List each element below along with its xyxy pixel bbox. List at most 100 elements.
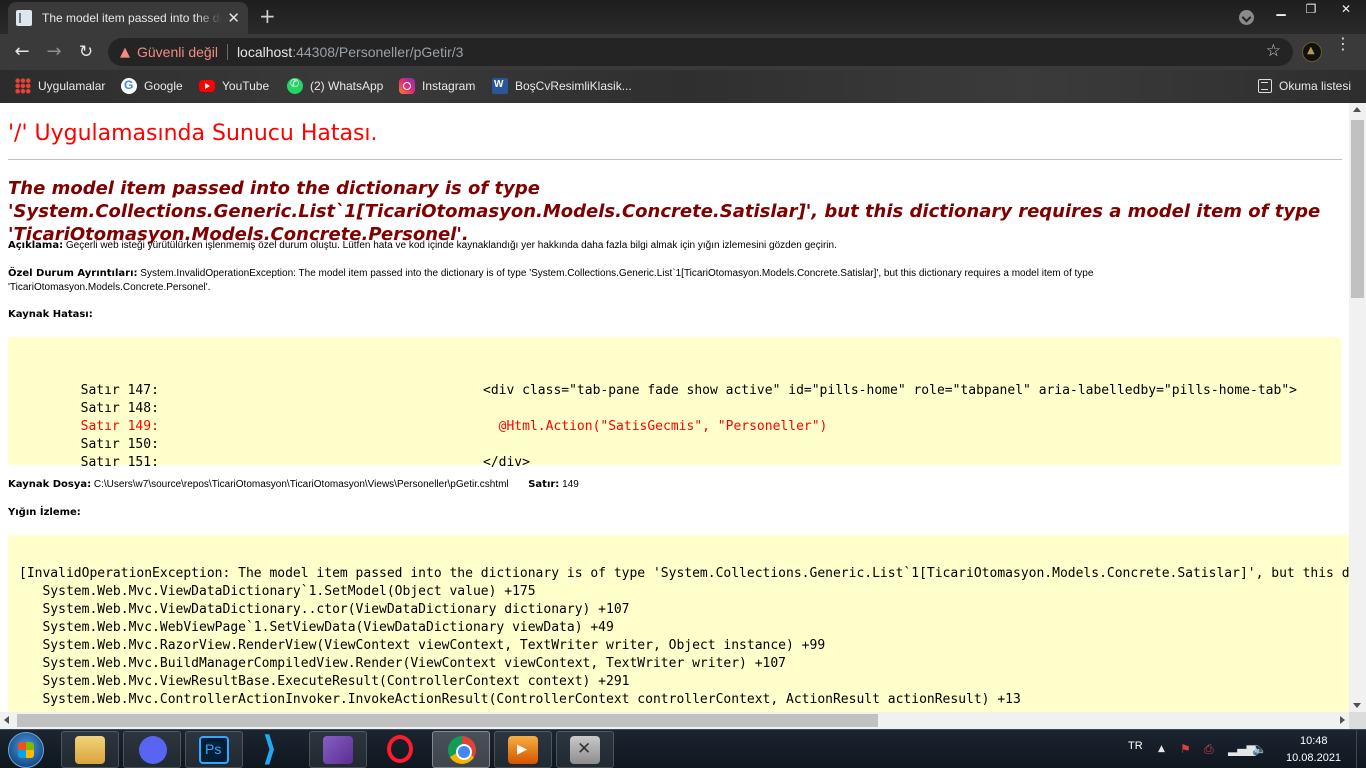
page-title: '/' Uygulamasında Sunucu Hatası. [8,121,378,146]
security-status-label[interactable]: Güvenli değil [137,44,218,60]
tools-icon [570,736,600,764]
back-arrow-icon[interactable]: ← [11,41,33,63]
windows-taskbar: TR ▲ ⚑ ⎙ ▂▄▆ 🔈 10:48 10.08.2021 [0,729,1366,768]
bookmarks-bar: Uygulamalar Google YouTube (2) WhatsApp … [0,70,1366,103]
stack-line: System.Web.Mvc.RazorView.RenderView(View… [19,638,826,653]
start-button[interactable] [8,732,44,768]
taskbar-media-player[interactable] [494,731,552,768]
source-file-label: Kaynak Dosya: [8,479,92,490]
scroll-right-icon[interactable] [1340,716,1345,724]
printer-icon[interactable]: ⎙ [1204,742,1214,757]
apps-grid-icon [15,78,31,94]
tab-search-icon[interactable] [1239,10,1254,25]
visual-studio-icon [323,736,353,764]
exception-details-text: System.InvalidOperationException: The mo… [8,268,1094,293]
photoshop-icon [199,736,229,764]
taskbar-discord[interactable] [123,731,181,768]
description-block: Açıklama: Geçerli web isteği yürütülürke… [8,239,1328,253]
exception-details-label: Özel Durum Ayrıntıları: [8,268,138,279]
source-line-error: Satır 149: @Html.Action("SatisGecmis", "… [18,400,828,434]
taskbar-chrome[interactable] [432,731,490,768]
vertical-scrollbar[interactable] [1349,103,1366,712]
show-hidden-icons-icon[interactable]: ▲ [1158,744,1165,754]
stack-line: System.Web.Mvc.BuildManagerCompiledView.… [19,656,787,671]
scrollbar-corner [1349,712,1366,729]
system-tray: TR ▲ ⚑ ⎙ ▂▄▆ 🔈 10:48 10.08.2021 [1120,730,1366,768]
line-label: Satır: [528,479,560,490]
source-file-info: Kaynak Dosya: C:\Users\w7\source\repos\T… [8,479,579,490]
security-warning-icon[interactable]: ▲ [120,45,130,60]
reading-list-button[interactable]: Okuma listesi [1258,77,1351,95]
bookmark-cv-document[interactable]: BoşCvResimliKlasik... [492,77,632,95]
window-maximize-button[interactable]: ❐ [1296,0,1326,20]
volume-icon[interactable]: 🔈 [1252,742,1267,756]
tab-close-icon[interactable]: ✕ [227,10,240,26]
browser-tab[interactable]: The model item passed into the dictionar… [8,2,248,34]
new-tab-button[interactable]: + [259,6,276,26]
scroll-up-icon[interactable] [1353,107,1361,112]
show-desktop-button[interactable] [1356,730,1366,768]
url-path[interactable]: :44308/Personeller/pGetir/3 [292,44,463,60]
bookmark-apps[interactable]: Uygulamalar [15,77,105,95]
browser-toolbar: ← → ↻ ▲ Güvenli değil localhost:44308/Pe… [0,34,1366,70]
description-text: Geçerli web isteği yürütülürken işlenmem… [65,240,837,251]
bookmark-google[interactable]: Google [121,77,183,95]
clock-time[interactable]: 10:48 [1300,735,1328,747]
stack-line: System.Web.Mvc.ViewDataDictionary..ctor(… [19,602,630,617]
bookmark-star-icon[interactable]: ☆ [1266,41,1281,61]
stack-line: [InvalidOperationException: The model it… [19,566,1349,581]
address-bar[interactable]: ▲ Güvenli değil localhost:44308/Personel… [108,38,1293,66]
stack-line: System.Web.Mvc.ControllerActionInvoker.I… [19,692,1021,707]
bookmark-label: Instagram [422,79,476,93]
browser-menu-icon[interactable]: ⋮ [1335,36,1351,52]
error-page: '/' Uygulamasında Sunucu Hatası. The mod… [0,103,1349,712]
action-center-flag-icon[interactable]: ⚑ [1180,742,1191,756]
windows-logo-icon [18,742,34,758]
taskbar-vscode[interactable] [247,729,305,768]
vertical-scroll-thumb[interactable] [1351,120,1364,298]
taskbar-opera[interactable] [371,731,429,768]
omnibox-divider [226,44,228,60]
taskbar-tools[interactable] [556,731,614,768]
folder-icon [75,736,105,764]
window-minimize-button[interactable]: ▁ [1266,0,1296,20]
stack-line: System.Web.Mvc.ViewResultBase.ExecuteRes… [19,674,630,689]
source-line: Satır 151: </div> [18,436,530,470]
source-line-label: Satır 151: [80,455,159,470]
taskbar-visual-studio[interactable] [309,731,367,768]
reading-list-icon [1258,79,1272,93]
horizontal-scroll-thumb[interactable] [17,714,878,727]
browser-title-bar: The model item passed into the dictionar… [0,0,1366,34]
exception-details-block: Özel Durum Ayrıntıları: System.InvalidOp… [8,267,1208,295]
description-label: Açıklama: [8,240,64,251]
forward-arrow-icon[interactable]: → [43,41,65,63]
taskbar-file-explorer[interactable] [61,731,119,768]
discord-icon [139,736,167,764]
bookmark-instagram[interactable]: Instagram [399,77,475,95]
bookmark-whatsapp[interactable]: (2) WhatsApp [287,77,383,95]
scroll-left-icon[interactable] [4,716,9,724]
source-line-code: <div class="tab-pane fade show active" i… [483,383,1297,398]
instagram-icon [399,78,415,94]
bookmark-youtube[interactable]: YouTube [199,77,269,95]
window-close-button[interactable]: ✕ [1326,0,1366,20]
reading-list-label: Okuma listesi [1279,79,1352,93]
bookmark-label: Uygulamalar [38,79,106,93]
error-message: The model item passed into the dictionar… [8,178,1321,245]
media-player-icon [508,736,538,764]
clock-date[interactable]: 10.08.2021 [1286,752,1341,764]
bookmark-label: BoşCvResimliKlasik... [515,79,632,93]
word-icon [492,78,508,94]
extension-icon[interactable] [1302,42,1322,62]
reload-icon[interactable]: ↻ [75,41,97,63]
source-code-box: Satır 147: <div class="tab-pane fade show… [8,337,1341,470]
stack-trace-box: [InvalidOperationException: The model it… [8,535,1349,712]
taskbar-photoshop[interactable] [185,731,243,768]
language-indicator[interactable]: TR [1128,740,1143,752]
scroll-down-icon[interactable] [1353,703,1361,708]
source-line-code: @Html.Action("SatisGecmis", "Personeller… [483,419,828,434]
vscode-icon [260,729,290,768]
horizontal-scrollbar[interactable] [0,712,1349,729]
google-icon [121,78,137,94]
url-host[interactable]: localhost [237,44,292,60]
